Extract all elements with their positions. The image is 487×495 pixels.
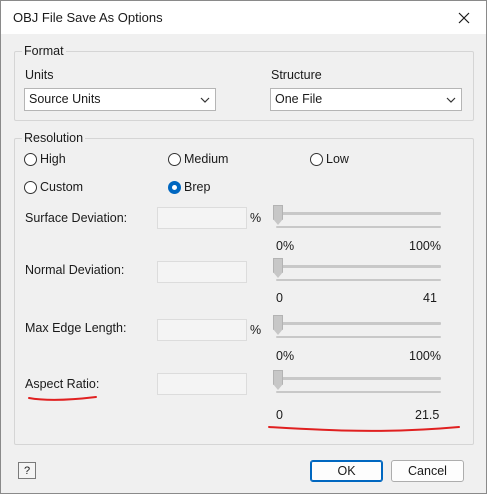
aspect-ratio-slider-track[interactable] [276, 377, 441, 380]
surface-deviation-label: Surface Deviation: [25, 211, 128, 225]
dialog-window: OBJ File Save As Options Format Units So… [0, 0, 487, 494]
surface-deviation-min: 0% [276, 239, 295, 253]
ok-button[interactable]: OK [310, 460, 383, 482]
structure-label: Structure [271, 68, 322, 82]
normal-deviation-slider-baseline [276, 279, 441, 281]
radio-custom[interactable]: Custom [24, 180, 83, 194]
aspect-ratio-min: 0 [276, 408, 283, 422]
close-icon [458, 12, 470, 23]
radio-indicator-selected [168, 180, 181, 194]
radio-label: Medium [184, 152, 229, 166]
structure-select[interactable]: One File [270, 88, 462, 111]
surface-deviation-unit: % [250, 211, 262, 225]
max-edge-length-unit: % [250, 323, 262, 337]
max-edge-length-label: Max Edge Length: [25, 321, 127, 335]
radio-label: Custom [40, 180, 84, 194]
radio-label: Low [326, 152, 349, 166]
aspect-ratio-max: 21.5 [415, 408, 440, 422]
chevron-down-icon [200, 97, 210, 103]
window-title: OBJ File Save As Options [13, 10, 163, 25]
normal-deviation-field[interactable] [157, 261, 247, 283]
normal-deviation-slider-thumb[interactable] [273, 258, 283, 273]
radio-indicator [310, 152, 323, 166]
help-button[interactable]: ? [18, 462, 36, 479]
radio-indicator [168, 152, 181, 166]
radio-low[interactable]: Low [310, 152, 349, 166]
aspect-ratio-slider-baseline [276, 391, 441, 393]
surface-deviation-field[interactable] [157, 207, 247, 229]
radio-medium[interactable]: Medium [168, 152, 228, 166]
surface-deviation-slider-baseline [276, 226, 441, 228]
close-button[interactable] [442, 1, 486, 34]
units-select[interactable]: Source Units [24, 88, 216, 111]
surface-deviation-slider-track[interactable] [276, 212, 441, 215]
max-edge-length-max: 100% [409, 349, 441, 363]
aspect-ratio-slider-thumb[interactable] [273, 370, 283, 385]
radio-label: High [40, 152, 66, 166]
radio-brep[interactable]: Brep [168, 180, 210, 194]
max-edge-length-min: 0% [276, 349, 295, 363]
max-edge-length-slider-track[interactable] [276, 322, 441, 325]
format-group-title: Format [22, 44, 66, 58]
ok-button-label: OK [337, 464, 356, 478]
radio-label: Brep [184, 180, 211, 194]
surface-deviation-max: 100% [409, 239, 441, 253]
structure-select-value: One File [275, 92, 323, 106]
normal-deviation-max: 41 [423, 291, 437, 305]
aspect-ratio-label: Aspect Ratio: [25, 377, 100, 391]
max-edge-length-slider-baseline [276, 336, 441, 338]
aspect-ratio-field[interactable] [157, 373, 247, 395]
title-bar: OBJ File Save As Options [1, 1, 486, 34]
resolution-group-title: Resolution [22, 131, 86, 145]
max-edge-length-field[interactable] [157, 319, 247, 341]
radio-high[interactable]: High [24, 152, 66, 166]
radio-indicator [24, 180, 37, 194]
help-icon: ? [23, 464, 31, 477]
surface-deviation-slider-thumb[interactable] [273, 205, 283, 220]
chevron-down-icon [446, 97, 456, 103]
radio-indicator [24, 152, 37, 166]
cancel-button[interactable]: Cancel [391, 460, 464, 482]
cancel-button-label: Cancel [408, 464, 447, 478]
normal-deviation-slider-track[interactable] [276, 265, 441, 268]
normal-deviation-min: 0 [276, 291, 283, 305]
units-select-value: Source Units [29, 92, 101, 106]
units-label: Units [25, 68, 54, 82]
max-edge-length-slider-thumb[interactable] [273, 315, 283, 330]
normal-deviation-label: Normal Deviation: [25, 263, 125, 277]
